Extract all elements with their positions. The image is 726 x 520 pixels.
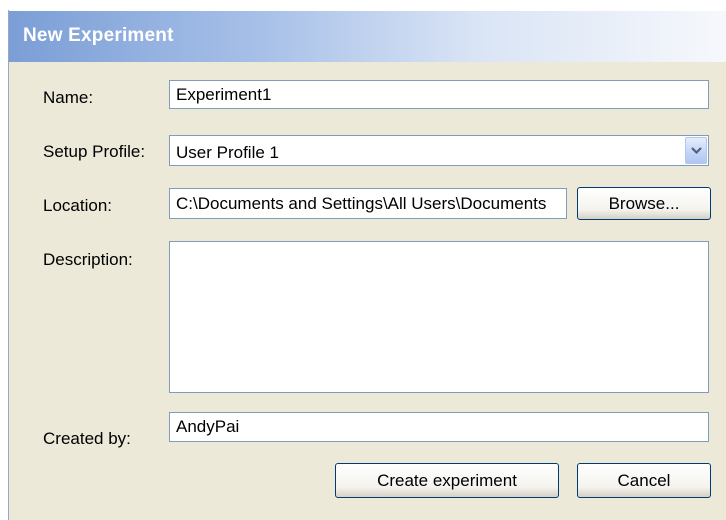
setup-profile-value: User Profile 1: [176, 143, 279, 162]
create-experiment-button-label: Create experiment: [377, 471, 517, 490]
location-label: Location:: [43, 196, 112, 215]
setup-profile-label: Setup Profile:: [43, 142, 146, 161]
browse-button-label: Browse...: [608, 194, 680, 213]
location-input[interactable]: [169, 188, 567, 219]
chevron-down-icon: [691, 147, 702, 155]
setup-profile-select[interactable]: User Profile 1: [169, 135, 709, 166]
cancel-button[interactable]: Cancel: [577, 463, 711, 498]
description-label: Description:: [43, 250, 133, 269]
name-input[interactable]: [169, 80, 709, 109]
created-by-label: Created by:: [43, 429, 131, 448]
browse-button[interactable]: Browse...: [577, 187, 711, 220]
dropdown-button[interactable]: [685, 137, 707, 164]
name-label: Name:: [43, 88, 94, 107]
dialog-title: New Experiment: [23, 25, 174, 46]
title-bar: New Experiment: [9, 10, 726, 62]
created-by-input[interactable]: [169, 412, 709, 442]
new-experiment-dialog: New Experiment Name: Setup Profile: User…: [8, 10, 726, 520]
cancel-button-label: Cancel: [617, 471, 671, 490]
description-textarea[interactable]: [169, 241, 709, 393]
create-experiment-button[interactable]: Create experiment: [335, 463, 559, 498]
